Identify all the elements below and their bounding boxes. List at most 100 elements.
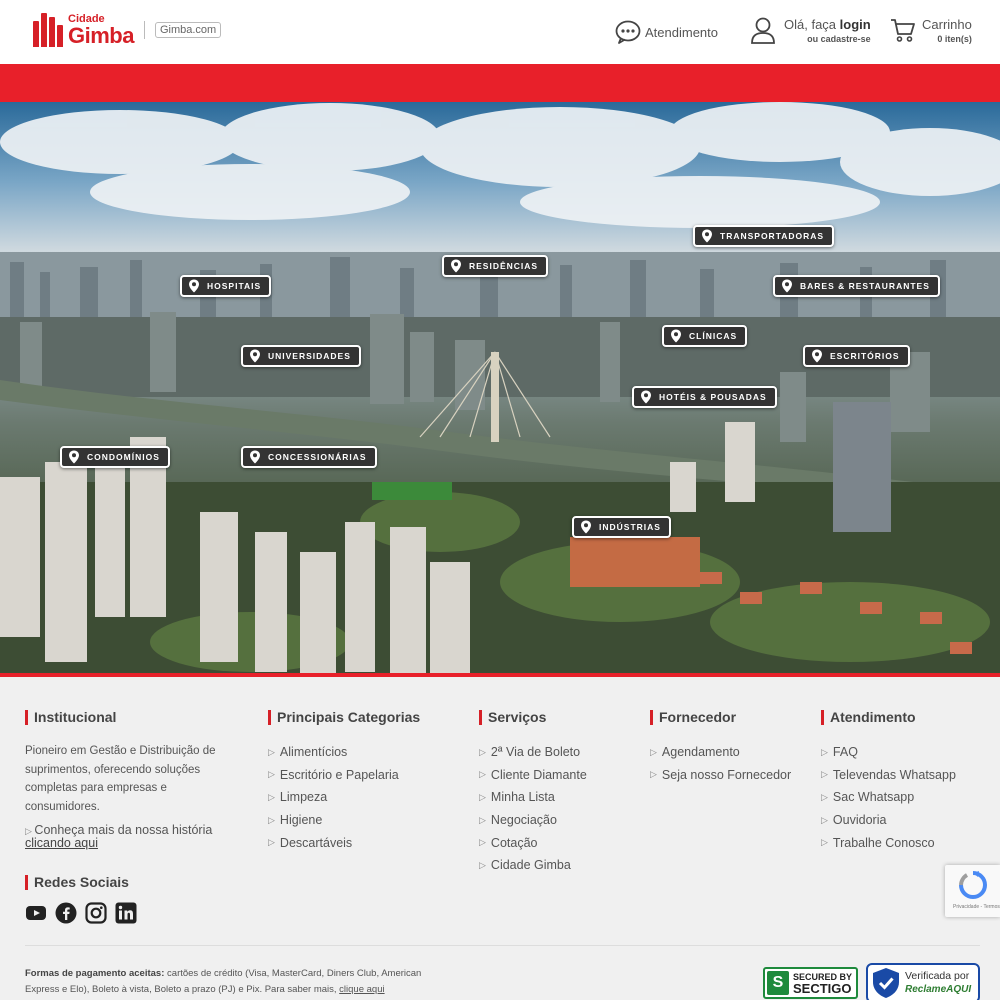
login-bold: login xyxy=(839,17,871,32)
footer-link-agendamento[interactable]: ▷ Agendamento xyxy=(650,741,791,764)
map-pin-icon xyxy=(250,349,260,363)
pin-label: CONCESSIONÁRIAS xyxy=(268,452,367,462)
map-pin-icon xyxy=(250,450,260,464)
linkedin-icon[interactable] xyxy=(115,902,137,924)
login-link[interactable]: Olá, faça login ou cadastre-se xyxy=(750,17,871,45)
footer-link-label: Seja nosso Fornecedor xyxy=(661,767,792,782)
footer-link-trabalhe-conosco[interactable]: ▷ Trabalhe Conosco xyxy=(821,831,956,854)
footer-link-limpeza[interactable]: ▷ Limpeza xyxy=(268,786,420,809)
payment-label: Formas de pagamento aceitas: xyxy=(25,968,165,979)
chevron-right-icon: ▷ xyxy=(268,746,275,757)
chat-icon xyxy=(615,20,641,44)
pin-label: UNIVERSIDADES xyxy=(268,351,351,361)
footer-link-label: Cliente Diamante xyxy=(490,767,587,782)
chevron-right-icon: ▷ xyxy=(479,769,486,780)
cart-label: Carrinho xyxy=(922,17,972,32)
footer-link-faq[interactable]: ▷ FAQ xyxy=(821,741,956,764)
chevron-right-icon: ▷ xyxy=(268,837,275,848)
footer-fornecedor-list: ▷ Agendamento ▷ Seja nosso Fornecedor xyxy=(650,741,791,786)
pin-label: CONDOMÍNIOS xyxy=(87,452,160,462)
site-footer: Institucional Pioneiro em Gestão e Distr… xyxy=(0,677,1000,1000)
map-pin-icon xyxy=(69,450,79,464)
youtube-icon[interactable] xyxy=(25,902,47,924)
login-text: Olá, faça login ou cadastre-se xyxy=(784,17,871,44)
footer-link-descartaveis[interactable]: ▷ Descartáveis xyxy=(268,831,420,854)
footer-divider xyxy=(25,945,980,946)
sectigo-shield-icon: S xyxy=(767,971,789,995)
pin-concessionarias[interactable]: CONCESSIONÁRIAS xyxy=(241,446,377,468)
map-pin-icon xyxy=(671,329,681,343)
footer-link-label: Cidade Gimba xyxy=(490,858,571,873)
footer-link-cliente-diamante[interactable]: ▷ Cliente Diamante xyxy=(479,764,587,787)
chevron-right-icon: ▷ xyxy=(479,791,486,802)
map-pin-icon xyxy=(812,349,822,363)
footer-link-boleto[interactable]: ▷ 2ª Via de Boleto xyxy=(479,741,587,764)
map-pin-icon xyxy=(581,520,591,534)
footer-link-escritorio-papelaria[interactable]: ▷ Escritório e Papelaria xyxy=(268,764,420,787)
chevron-right-icon: ▷ xyxy=(268,769,275,780)
pin-label: TRANSPORTADORAS xyxy=(720,231,825,241)
sectigo-badge[interactable]: S SECURED BY SECTIGO xyxy=(763,967,858,999)
footer-atendimento-list: ▷ FAQ ▷ Televendas Whatsapp ▷ Sac Whatsapp … xyxy=(821,741,956,854)
pin-residencias[interactable]: RESIDÊNCIAS xyxy=(442,255,549,277)
recaptcha-badge[interactable]: Privacidade - Termos xyxy=(945,865,1000,917)
pin-condominios[interactable]: CONDOMÍNIOS xyxy=(60,446,170,468)
recaptcha-text: Privacidade - Termos xyxy=(953,904,1000,910)
footer-col-servicos: Serviços ▷ 2ª Via de Boleto ▷ Cliente Diam… xyxy=(479,710,587,877)
signup-link[interactable]: ou cadastre-se xyxy=(784,34,871,44)
history-click-link[interactable]: clicando aqui xyxy=(25,836,98,850)
footer-link-televendas[interactable]: ▷ Televendas Whatsapp xyxy=(821,764,956,787)
footer-link-label: Higiene xyxy=(279,813,323,828)
footer-link-label: Negociação xyxy=(490,813,557,828)
payment-more-link[interactable]: clique aqui xyxy=(339,984,384,995)
footer-history-link[interactable]: ▷ Conheça mais da nossa história clicand… xyxy=(25,824,240,850)
footer-link-cidade-gimba[interactable]: ▷ Cidade Gimba xyxy=(479,854,587,877)
pin-universidades[interactable]: UNIVERSIDADES xyxy=(241,345,361,367)
footer-institucional-description: Pioneiro em Gestão e Distribuição de sup… xyxy=(25,745,216,813)
gimba-logo[interactable]: Cidade Gimba Gimba.com xyxy=(33,13,222,47)
footer-link-label: Escritório e Papelaria xyxy=(279,767,399,782)
footer-heading-fornecedor: Fornecedor xyxy=(650,710,791,725)
footer-link-label: Ouvidoria xyxy=(832,813,887,828)
pin-label: HOTÉIS & POUSADAS xyxy=(659,392,767,402)
footer-link-negociacao[interactable]: ▷ Negociação xyxy=(479,809,587,832)
cart-button[interactable]: Carrinho 0 iten(s) xyxy=(890,17,972,44)
reclameaqui-badge[interactable]: Verificada por ReclameAQUI xyxy=(866,963,980,1000)
footer-link-label: Agendamento xyxy=(661,745,740,760)
hero-city-map: TRANSPORTADORAS RESIDÊNCIAS HOSPITAIS BA… xyxy=(0,102,1000,675)
map-pin-icon xyxy=(641,390,651,404)
logo-text: Cidade Gimba xyxy=(68,13,134,47)
pin-label: CLÍNICAS xyxy=(689,331,738,341)
footer-link-label: Alimentícios xyxy=(279,745,348,760)
chevron-right-icon: ▷ xyxy=(821,746,828,757)
footer-heading-atendimento: Atendimento xyxy=(821,710,956,725)
footer-link-minha-lista[interactable]: ▷ Minha Lista xyxy=(479,786,587,809)
pin-industrias[interactable]: INDÚSTRIAS xyxy=(572,516,671,538)
footer-link-ouvidoria[interactable]: ▷ Ouvidoria xyxy=(821,809,956,832)
social-icons xyxy=(25,902,240,924)
instagram-icon[interactable] xyxy=(85,902,107,924)
footer-categorias-list: ▷ Alimentícios ▷ Escritório e Papelaria ▷ L… xyxy=(268,741,420,854)
chevron-right-icon: ▷ xyxy=(821,769,828,780)
pin-hoteis-pousadas[interactable]: HOTÉIS & POUSADAS xyxy=(632,386,777,408)
footer-col-atendimento: Atendimento ▷ FAQ ▷ Televendas Whatsapp ▷ S… xyxy=(821,710,956,854)
footer-link-cotacao[interactable]: ▷ Cotação xyxy=(479,831,587,854)
logo-mark-icon xyxy=(33,13,63,47)
chevron-right-icon: ▷ xyxy=(479,814,486,825)
facebook-icon[interactable] xyxy=(55,902,77,924)
pin-escritorios[interactable]: ESCRITÓRIOS xyxy=(803,345,910,367)
pin-bares-restaurantes[interactable]: BARES & RESTAURANTES xyxy=(773,275,940,297)
pin-clinicas[interactable]: CLÍNICAS xyxy=(662,325,748,347)
footer-col-institucional: Institucional Pioneiro em Gestão e Distr… xyxy=(25,710,240,924)
footer-link-label: Minha Lista xyxy=(490,790,555,805)
pin-transportadoras[interactable]: TRANSPORTADORAS xyxy=(693,225,835,247)
footer-link-label: Trabalhe Conosco xyxy=(832,835,935,850)
atendimento-link[interactable]: Atendimento xyxy=(615,20,718,44)
footer-link-seja-fornecedor[interactable]: ▷ Seja nosso Fornecedor xyxy=(650,764,791,787)
chevron-right-icon: ▷ xyxy=(650,769,657,780)
footer-link-sac[interactable]: ▷ Sac Whatsapp xyxy=(821,786,956,809)
footer-link-alimenticios[interactable]: ▷ Alimentícios xyxy=(268,741,420,764)
pin-hospitais[interactable]: HOSPITAIS xyxy=(180,275,272,297)
footer-link-label: FAQ xyxy=(832,745,858,760)
footer-link-higiene[interactable]: ▷ Higiene xyxy=(268,809,420,832)
